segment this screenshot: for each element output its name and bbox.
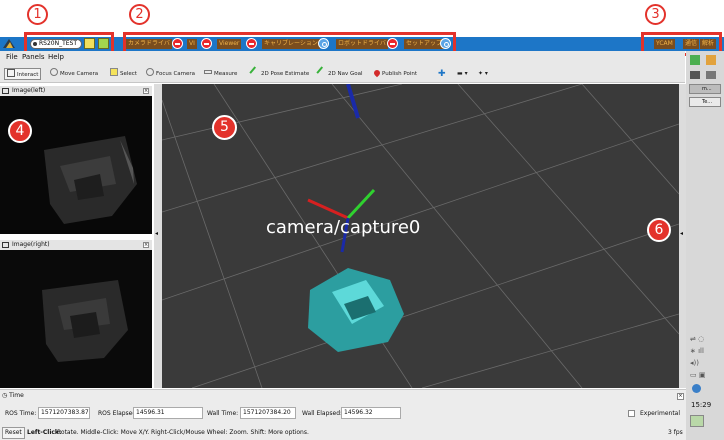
callout-badge-3: 3 <box>645 4 666 25</box>
ubuntu-logo-icon[interactable] <box>2 38 16 50</box>
menu-help[interactable]: Help <box>48 53 64 61</box>
right-camera-image <box>0 250 152 388</box>
green-arrow-icon <box>249 66 261 78</box>
point-cloud <box>308 268 404 352</box>
tool-interact[interactable]: Interact <box>4 68 42 80</box>
tool-publish-point-label: Publish Point <box>382 71 418 77</box>
interact-icon <box>7 69 15 77</box>
tool-2d-nav-goal-label: 2D Nav Goal <box>328 71 363 77</box>
callout-badge-2: 2 <box>129 4 150 25</box>
wall-elapsed-label: Wall Elapsed: <box>302 410 343 417</box>
tool-publish-point[interactable]: Publish Point <box>372 68 418 80</box>
image-left-title: Image(left) <box>12 87 46 94</box>
time-panel: ◷ Time × ROS Time: 1571207383.87 ROS Ela… <box>0 389 686 426</box>
callout-badge-1: 1 <box>27 4 48 25</box>
wall-time-label: Wall Time: <box>207 410 239 417</box>
tool-focus-camera[interactable]: Focus Camera <box>146 68 195 80</box>
info-icon[interactable] <box>692 384 701 393</box>
image-right-titlebar: Image(right) × <box>0 240 152 250</box>
experimental-label: Experimental <box>640 410 681 417</box>
tool-focus-camera-label: Focus Camera <box>156 71 196 77</box>
close-time-panel-icon[interactable]: × <box>677 393 684 400</box>
clock[interactable]: 15:29 <box>691 401 711 409</box>
workspace-switcher-icon[interactable] <box>690 415 704 427</box>
tool-properties-dropdown-icon[interactable]: ✦ ▾ <box>478 68 488 80</box>
time-title: Time <box>9 392 24 399</box>
task-item-te[interactable]: Te... <box>689 97 721 107</box>
tool-select-label: Select <box>120 71 137 77</box>
tool-measure-label: Measure <box>214 71 238 77</box>
tool-2d-pose-estimate-label: 2D Pose Estimate <box>261 71 310 77</box>
experimental-checkbox[interactable] <box>628 410 635 417</box>
app-icon[interactable] <box>706 55 716 65</box>
right-splitter[interactable]: ◂ <box>679 84 686 388</box>
remove-tool-dropdown-icon[interactable]: ▬ ▾ <box>457 68 468 80</box>
desktop-side-panel: m... Te... ⇌ ◌ ∗ ıll ◂)) ▭ ▣ 15:29 <box>686 51 724 440</box>
move-icon <box>50 68 58 76</box>
3d-view[interactable]: camera/capture0 <box>162 84 679 388</box>
image-panel-icon <box>2 88 9 94</box>
desktop-screen: 1 2 3 RS20N_TEST カメラドライバ VI Viewer キャリブレ… <box>0 0 724 440</box>
map-pin-icon <box>372 68 382 78</box>
ros-time-field[interactable]: 1571207383.87 <box>38 407 90 419</box>
add-tool-icon[interactable]: ✚ <box>438 68 446 80</box>
tool-measure[interactable]: Measure <box>204 68 237 80</box>
callout-badge-4: 4 <box>8 119 32 143</box>
menu-file[interactable]: File <box>6 53 18 61</box>
tool-bar: Interact Move Camera Select Focus Camera… <box>0 65 685 83</box>
status-bar: Reset Left-Click: Rotate. Middle-Click: … <box>0 426 686 440</box>
image-right-view[interactable] <box>0 250 152 388</box>
tool-2d-pose-estimate[interactable]: 2D Pose Estimate <box>249 66 310 80</box>
time-section-title: ◷ Time <box>2 392 24 399</box>
3d-grid-scene <box>162 84 679 388</box>
frame-label: camera/capture0 <box>266 217 421 238</box>
bluetooth-signal-icon[interactable]: ∗ ıll <box>690 347 704 355</box>
collapse-right-icon[interactable]: ◂ <box>680 230 683 237</box>
close-panel-icon[interactable]: × <box>143 242 149 248</box>
callout-badge-5: 5 <box>212 115 237 140</box>
image-right-title: Image(right) <box>12 241 50 248</box>
collapse-left-icon[interactable]: ◂ <box>155 230 158 237</box>
callout-badge-6: 6 <box>647 218 671 242</box>
image-left-view[interactable] <box>0 96 152 234</box>
green-arrow-icon <box>316 66 328 78</box>
app-icon[interactable] <box>690 55 700 65</box>
close-panel-icon[interactable]: × <box>143 88 149 94</box>
task-item-m[interactable]: m... <box>689 84 721 94</box>
left-camera-image <box>0 96 152 234</box>
reset-button[interactable]: Reset <box>2 427 25 439</box>
wall-elapsed-field[interactable]: 14596.32 <box>341 407 401 419</box>
tool-move-camera-label: Move Camera <box>60 71 99 77</box>
window-icon[interactable] <box>706 71 716 79</box>
tool-move-camera[interactable]: Move Camera <box>50 68 98 80</box>
fps-readout: 3 fps <box>668 429 683 436</box>
ros-elapsed-field[interactable]: 14596.31 <box>133 407 203 419</box>
battery-icon[interactable]: ▭ ▣ <box>690 371 705 379</box>
volume-icon[interactable]: ◂)) <box>690 359 699 367</box>
network-icon[interactable]: ⇌ ◌ <box>690 335 704 343</box>
ruler-icon <box>204 70 212 74</box>
focus-icon <box>146 68 154 76</box>
tool-select[interactable]: Select <box>110 68 137 80</box>
menu-panels[interactable]: Panels <box>22 53 45 61</box>
image-left-titlebar: Image(left) × <box>0 86 152 96</box>
menu-bar: File Panels Help <box>0 51 685 65</box>
wall-time-field[interactable]: 1571207384.20 <box>240 407 296 419</box>
tool-interact-label: Interact <box>17 72 39 78</box>
ros-time-label: ROS Time: <box>5 410 37 417</box>
terminal-icon[interactable] <box>690 71 700 79</box>
image-panel-icon <box>2 242 9 248</box>
status-hint: Rotate. Middle-Click: Move X/Y. Right-Cl… <box>57 429 309 436</box>
select-icon <box>110 68 118 76</box>
tool-2d-nav-goal[interactable]: 2D Nav Goal <box>316 66 363 80</box>
left-splitter[interactable]: ◂ <box>154 84 162 388</box>
